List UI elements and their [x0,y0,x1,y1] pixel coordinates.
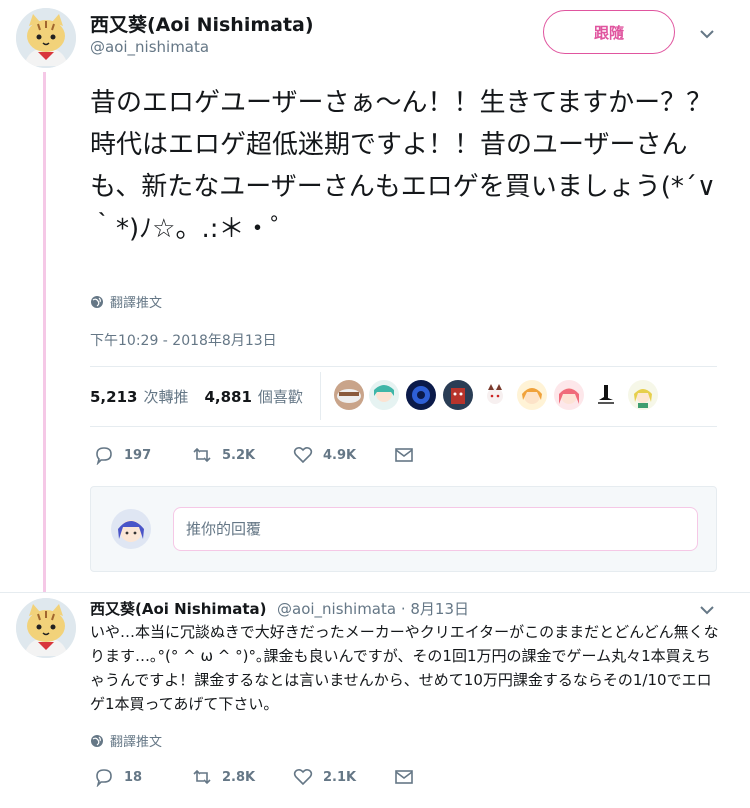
divider [90,426,717,427]
reply-author-name[interactable]: 西又葵(Aoi Nishimata) [90,598,266,619]
divider [90,366,717,367]
reply-composer [90,486,717,572]
retweets-label[interactable]: 次轉推 [143,386,188,407]
retweet-icon [193,447,211,463]
reply-translate-tweet-link[interactable]: 翻譯推文 [90,731,162,750]
current-user-avatar [111,509,151,549]
direct-message-action[interactable] [394,445,414,465]
likes-count[interactable]: 4,881 [204,388,251,406]
likes-label[interactable]: 個喜歡 [258,386,303,407]
reply-action[interactable]: 197 [94,445,151,465]
retweet-count: 5.2K [222,447,256,463]
retweets-count[interactable]: 5,213 [90,388,137,406]
liker-avatar[interactable] [334,380,364,410]
globe-icon [91,734,103,747]
translate-label: 翻譯推文 [110,735,163,750]
retweet-action[interactable]: 5.2K [192,445,255,465]
reply-menu-chevron-down-icon[interactable] [697,600,717,620]
heart-icon [293,446,313,464]
liker-avatar[interactable] [480,380,510,410]
reply-reply-action[interactable]: 18 [94,767,142,787]
liker-avatar[interactable] [628,380,658,410]
reply-icon [96,447,112,465]
heart-icon [293,768,313,786]
retweet-icon [193,769,211,785]
reply-author-meta[interactable]: @aoi_nishimata · 8月13日 [277,598,469,619]
follow-button[interactable]: 跟隨 [543,10,675,54]
divider [0,592,750,593]
author-handle[interactable]: @aoi_nishimata [90,38,209,56]
reply-icon [96,769,112,787]
like-count: 4.9K [323,447,357,463]
reply-input[interactable] [173,507,698,551]
liker-avatar[interactable] [369,380,399,410]
stats-separator [320,372,321,420]
reply-author-avatar[interactable] [16,598,76,658]
reply-count: 18 [124,769,143,785]
reply-tweet-text: いや…本当に冗談ぬきで大好きだったメーカーやクリエイターがこのままだとどんどん無… [90,623,719,713]
liker-avatar[interactable] [554,380,584,410]
author-name[interactable]: 西又葵(Aoi Nishimata) [90,10,314,37]
translate-label: 翻譯推文 [110,296,163,311]
envelope-icon [395,770,413,784]
thread-connector-line [43,72,46,592]
like-count: 2.1K [323,769,357,785]
tweet-menu-chevron-down-icon[interactable] [697,24,717,44]
liker-avatar[interactable] [517,380,547,410]
liker-avatar[interactable] [591,380,621,410]
liker-avatar[interactable] [443,380,473,410]
reply-like-action[interactable]: 2.1K [293,767,356,787]
liker-avatar[interactable] [406,380,436,410]
reply-direct-message-action[interactable] [394,767,414,787]
tweet-timestamp[interactable]: 下午10:29 - 2018年8月13日 [90,330,277,350]
author-avatar[interactable] [16,8,76,68]
engagement-stats: 5,213 次轉推 4,881 個喜歡 [90,386,313,407]
reply-count: 197 [124,447,152,463]
translate-tweet-link[interactable]: 翻譯推文 [90,292,162,311]
envelope-icon [395,448,413,462]
tweet-text: 昔のエロゲユーザーさぁ～ん！！生きてますかー？？時代はエロゲ超低迷期ですよ！！昔… [90,88,716,244]
like-action[interactable]: 4.9K [293,445,356,465]
retweet-count: 2.8K [222,769,256,785]
reply-retweet-action[interactable]: 2.8K [192,767,255,787]
globe-icon [91,295,103,308]
